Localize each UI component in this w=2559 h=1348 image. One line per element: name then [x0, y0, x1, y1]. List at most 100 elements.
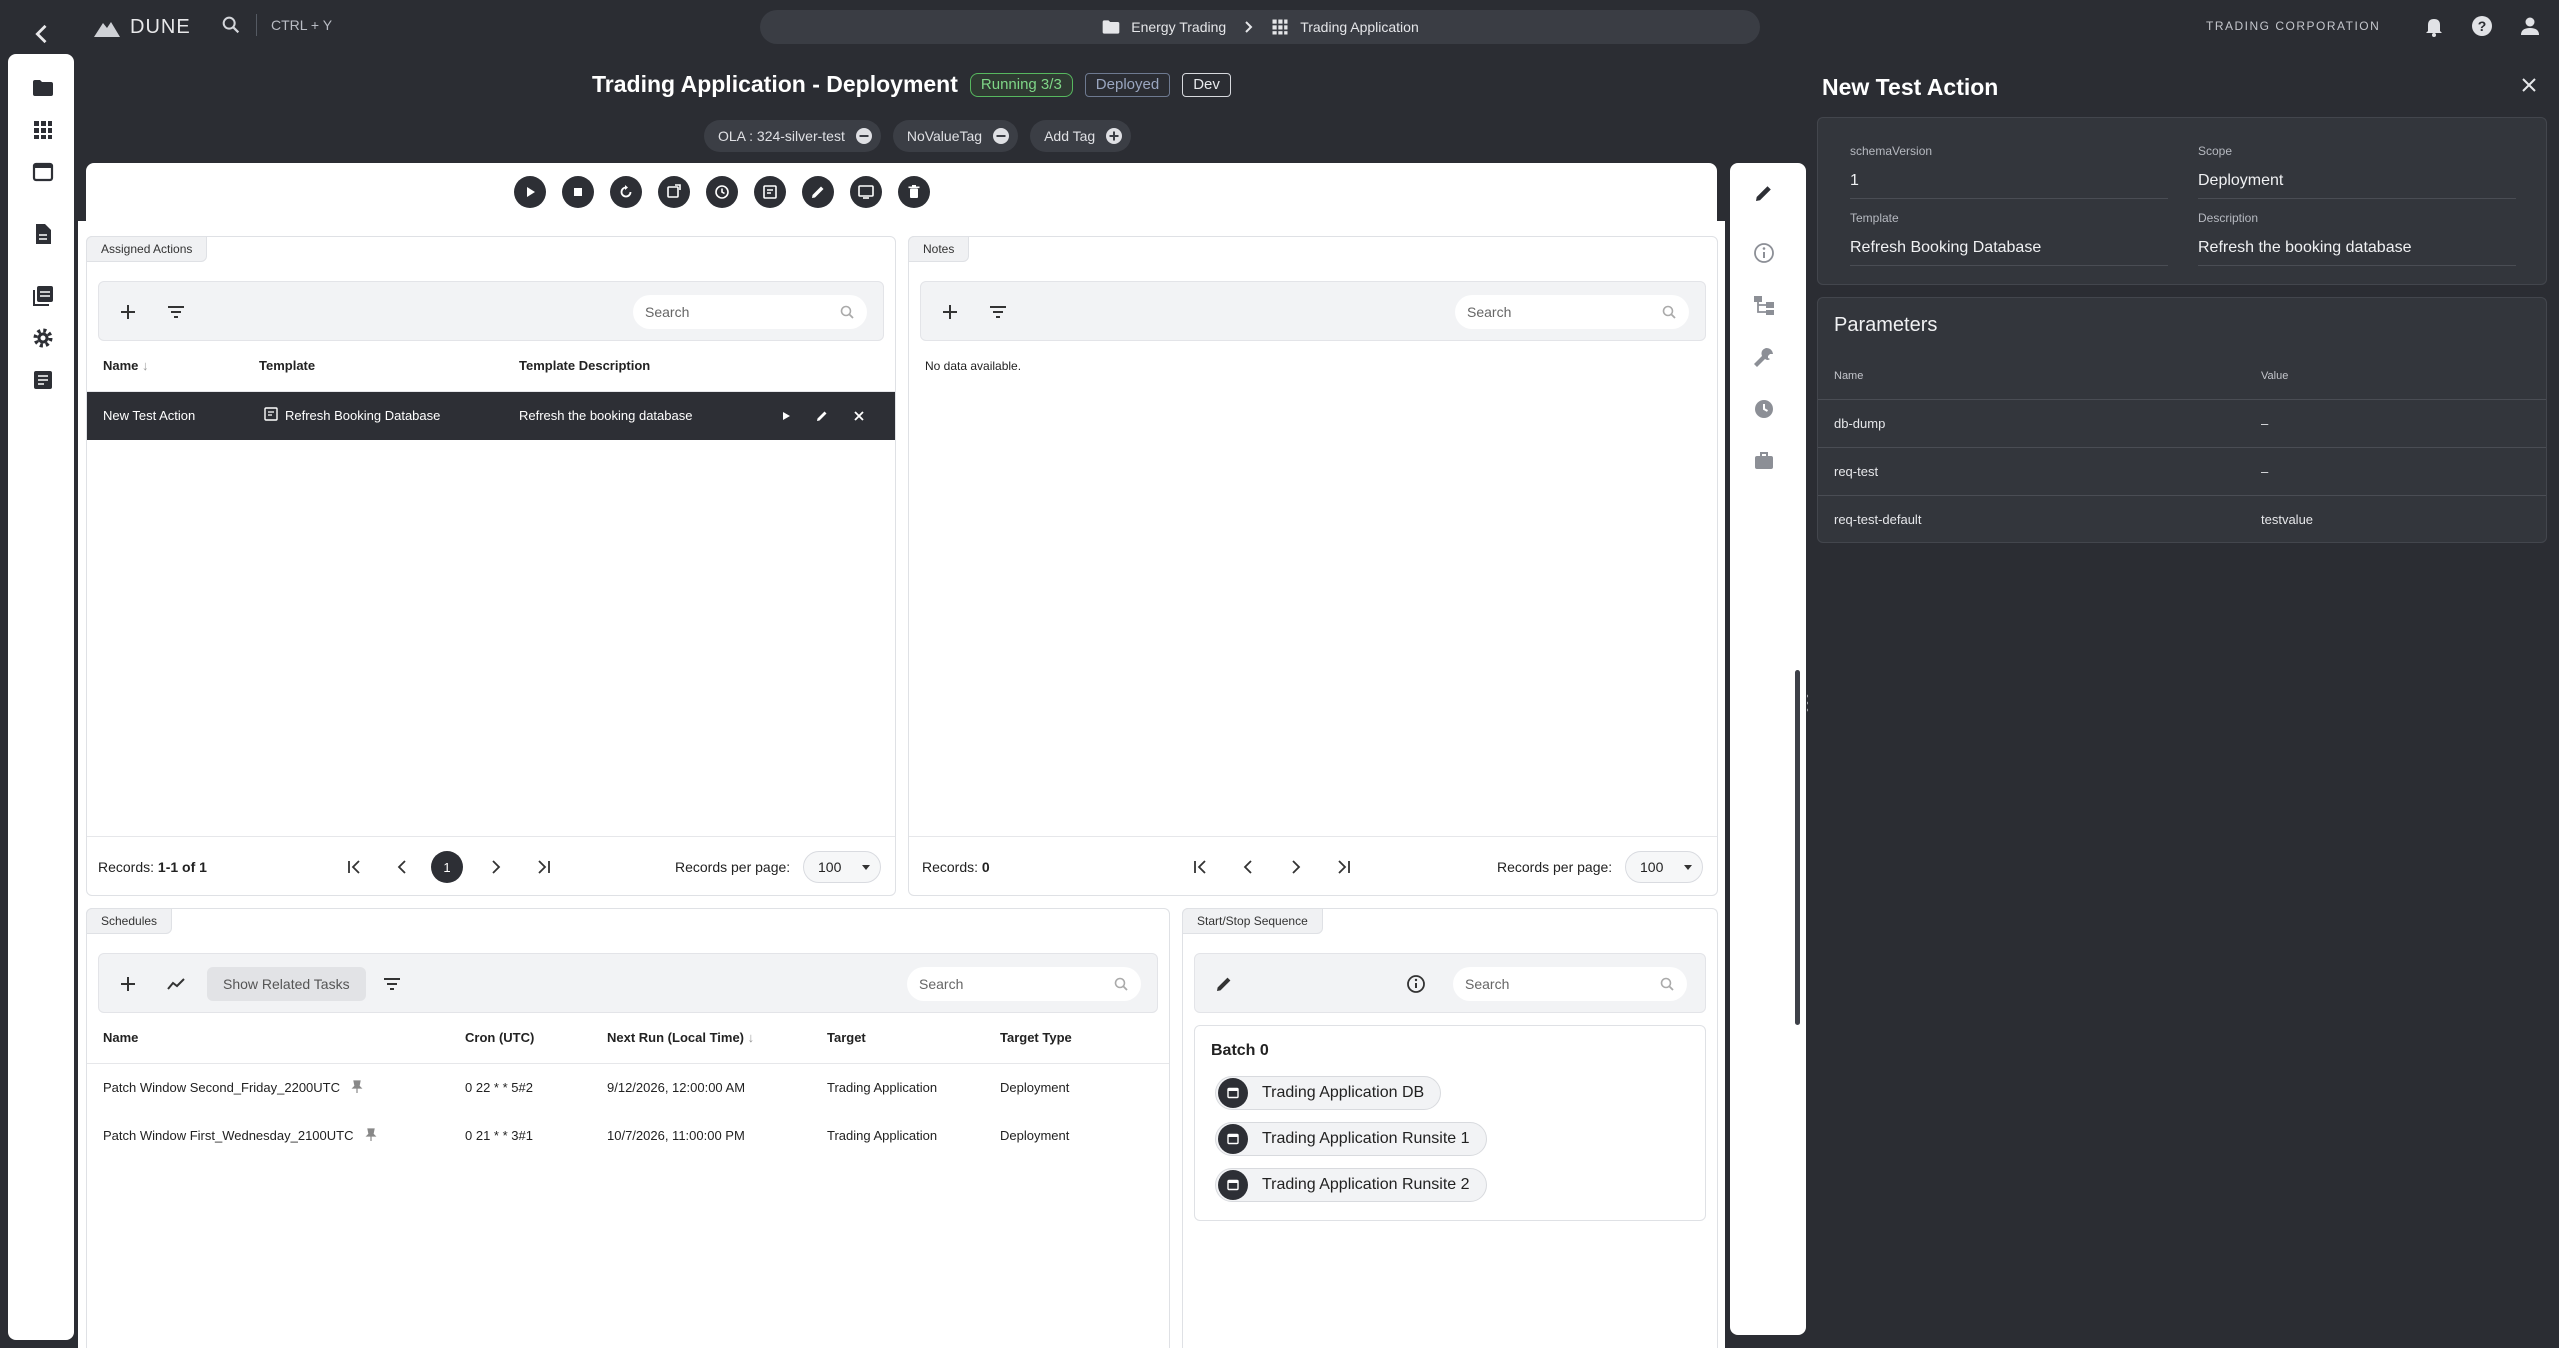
dropdown-arrow-icon — [862, 865, 871, 870]
last-page-icon[interactable] — [1333, 856, 1355, 878]
table-row-selected[interactable]: New Test Action Refresh Booking Database… — [87, 392, 895, 440]
table-row[interactable]: Patch Window First_Wednesday_2100UTC 0 2… — [87, 1112, 1169, 1160]
console-button[interactable] — [849, 176, 882, 208]
column-header-target[interactable]: Target — [827, 1030, 866, 1045]
briefcase-icon[interactable] — [1752, 449, 1776, 473]
first-page-icon[interactable] — [343, 856, 365, 878]
breadcrumb-folder[interactable]: Energy Trading — [1101, 17, 1226, 37]
trend-icon[interactable] — [165, 973, 187, 995]
tag-label: NoValueTag — [906, 128, 983, 144]
tag-chip[interactable]: OLA : 324-silver-test — [704, 120, 881, 152]
apps-grid-icon[interactable] — [31, 118, 55, 142]
close-icon[interactable] — [2518, 74, 2540, 96]
play-icon[interactable] — [779, 409, 793, 423]
first-page-icon[interactable] — [1189, 856, 1211, 878]
window-icon — [1218, 1078, 1248, 1108]
deploy-button[interactable] — [657, 176, 690, 208]
schedules-toolbar: Show Related Tasks Search — [98, 953, 1158, 1013]
restart-icon — [620, 185, 631, 198]
param-value: testvalue — [2261, 512, 2314, 527]
current-page[interactable]: 1 — [431, 851, 463, 883]
filter-icon[interactable] — [165, 301, 187, 323]
organization-name: TRADING CORPORATION — [2206, 19, 2381, 33]
next-page-icon[interactable] — [485, 856, 507, 878]
info-icon[interactable] — [1405, 973, 1427, 995]
bell-icon[interactable] — [2422, 14, 2446, 38]
pencil-icon[interactable] — [1752, 181, 1776, 205]
column-header-target-type[interactable]: Target Type — [1000, 1030, 1072, 1045]
divider — [1818, 399, 2546, 400]
add-tag-button[interactable]: Add Tag — [1030, 120, 1132, 152]
filter-icon[interactable] — [987, 301, 1009, 323]
records-per-page-select[interactable]: 100 — [1625, 851, 1703, 883]
sequence-item[interactable]: Trading Application Runsite 2 — [1215, 1168, 1487, 1202]
breadcrumb: Energy Trading Trading Application — [760, 10, 1760, 44]
pencil-icon[interactable] — [1213, 973, 1235, 995]
schedules-panel: Schedules Show Related Tasks Search Name… — [86, 908, 1170, 1348]
column-header-description[interactable]: Template Description — [519, 358, 650, 373]
column-header-cron[interactable]: Cron (UTC) — [465, 1030, 534, 1045]
window-icon[interactable] — [31, 160, 55, 184]
user-account-icon[interactable] — [2518, 14, 2542, 38]
back-arrow-icon[interactable] — [28, 20, 56, 48]
next-page-icon[interactable] — [1285, 856, 1307, 878]
sequence-item-label: Trading Application DB — [1262, 1084, 1425, 1101]
column-header-next-run[interactable]: Next Run (Local Time) ↓ — [607, 1030, 754, 1045]
last-page-icon[interactable] — [533, 856, 555, 878]
gear-icon[interactable] — [31, 326, 55, 350]
sequence-item[interactable]: Trading Application DB — [1215, 1076, 1442, 1110]
filter-icon[interactable] — [381, 973, 403, 995]
scope-value: Deployment — [2198, 172, 2284, 189]
show-related-tasks-button[interactable]: Show Related Tasks — [207, 967, 366, 1001]
remove-icon[interactable] — [855, 127, 873, 145]
column-header-name[interactable]: Name — [103, 1030, 138, 1045]
hierarchy-icon[interactable] — [1752, 293, 1776, 317]
play-icon — [526, 187, 535, 197]
folder-icon[interactable] — [31, 76, 55, 100]
help-icon[interactable]: ? — [2470, 14, 2494, 38]
breadcrumb-app[interactable]: Trading Application — [1270, 17, 1419, 37]
notes-panel: Notes Search No data available. Records:… — [908, 236, 1718, 896]
close-icon[interactable] — [852, 409, 866, 423]
env-badge: Dev — [1182, 72, 1231, 97]
batch-card: Batch 0 Trading Application DB Trading A… — [1194, 1025, 1706, 1221]
assigned-actions-search[interactable]: Search — [633, 295, 867, 329]
add-icon[interactable] — [117, 301, 139, 323]
global-search[interactable]: CTRL + Y — [220, 14, 332, 36]
document-icon[interactable] — [31, 222, 55, 246]
pencil-icon[interactable] — [815, 409, 829, 423]
table-row[interactable]: Patch Window Second_Friday_2200UTC 0 22 … — [87, 1064, 1169, 1112]
clock-icon[interactable] — [1752, 397, 1776, 421]
chevron-right-icon — [1245, 21, 1253, 33]
edit-button[interactable] — [801, 176, 834, 208]
panel-resize-handle[interactable] — [1795, 670, 1800, 1025]
records-per-page-select[interactable]: 100 — [803, 851, 881, 883]
add-icon[interactable] — [939, 301, 961, 323]
prev-page-icon[interactable] — [391, 856, 413, 878]
app-logo[interactable]: DUNE — [94, 16, 191, 39]
tag-chip[interactable]: NoValueTag — [892, 120, 1019, 152]
stop-button[interactable] — [561, 176, 594, 208]
apps-grid-icon — [1272, 19, 1288, 35]
column-header-name[interactable]: Name ↓ — [103, 358, 149, 373]
library-icon[interactable] — [31, 284, 55, 308]
param-column-value: Value — [2261, 370, 2289, 382]
sequence-search[interactable]: Search — [1453, 967, 1687, 1001]
info-icon[interactable] — [1752, 241, 1776, 265]
prev-page-icon[interactable] — [1237, 856, 1259, 878]
notes-search[interactable]: Search — [1455, 295, 1689, 329]
remove-icon[interactable] — [992, 127, 1010, 145]
column-header-template[interactable]: Template — [259, 358, 315, 373]
template-button[interactable] — [753, 176, 786, 208]
delete-button[interactable] — [897, 176, 930, 208]
schedule-button[interactable] — [705, 176, 738, 208]
start-button[interactable] — [513, 176, 546, 208]
restart-button[interactable] — [609, 176, 642, 208]
window-icon — [1218, 1170, 1248, 1200]
add-icon[interactable] — [117, 973, 139, 995]
notes-list-icon[interactable] — [31, 368, 55, 392]
wrench-icon[interactable] — [1752, 345, 1776, 369]
sequence-item[interactable]: Trading Application Runsite 1 — [1215, 1122, 1487, 1156]
schedules-search[interactable]: Search — [907, 967, 1141, 1001]
stop-icon — [573, 188, 582, 196]
